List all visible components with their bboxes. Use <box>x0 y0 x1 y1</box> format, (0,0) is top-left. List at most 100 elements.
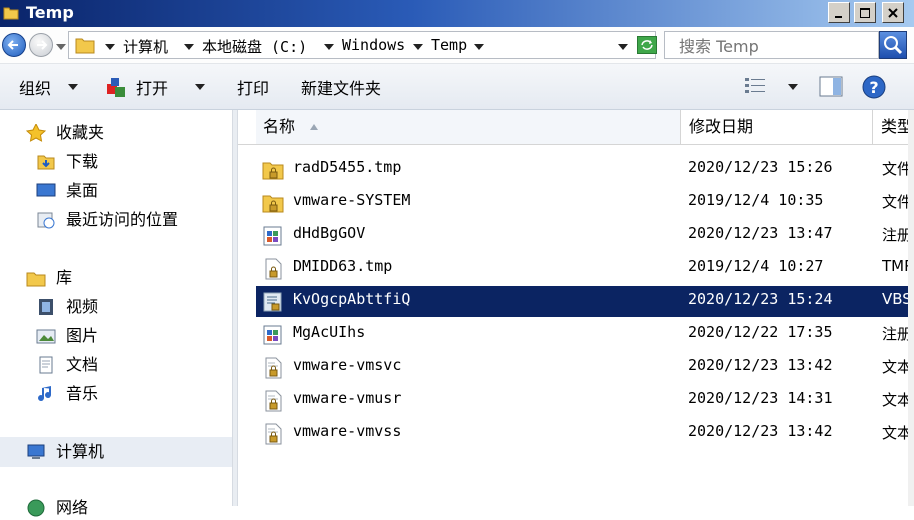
column-name-label: 名称 <box>263 117 296 136</box>
nav-documents-label: 文档 <box>66 355 99 374</box>
back-arrow-icon <box>7 40 18 50</box>
file-name: vmware-vmusr <box>293 389 402 407</box>
file-row[interactable]: dHdBgGOV 2020/12/23 13:47 注册 <box>256 220 914 251</box>
libraries-icon <box>26 272 46 287</box>
registry-file-icon <box>263 226 282 246</box>
title-bar[interactable]: Temp <box>0 0 914 27</box>
documents-icon <box>39 356 53 374</box>
file-row[interactable]: vmware-SYSTEM 2019/12/4 10:35 文件 <box>256 187 914 218</box>
column-header: 名称 修改日期 类型 <box>238 110 914 145</box>
text-file-lock-icon <box>265 390 282 412</box>
file-name: radD5455.tmp <box>293 158 402 176</box>
chevron-down-icon[interactable] <box>324 44 334 50</box>
network-icon <box>27 499 45 517</box>
column-modified[interactable]: 修改日期 <box>681 110 873 144</box>
pictures-icon <box>36 329 56 344</box>
back-button[interactable] <box>2 33 26 57</box>
star-icon <box>26 124 46 142</box>
search-box[interactable] <box>664 31 886 59</box>
nav-network-label: 网络 <box>56 498 89 517</box>
file-name: vmware-vmsvc <box>293 356 402 374</box>
refresh-icon <box>641 40 653 50</box>
file-modified: 2019/12/4 10:35 <box>688 191 824 209</box>
print-button[interactable]: 打印 <box>237 75 269 99</box>
file-row[interactable]: vmware-vmvss 2020/12/23 13:42 文本 <box>256 418 914 449</box>
file-row[interactable]: DMIDD63.tmp 2019/12/4 10:27 TMP <box>256 253 914 284</box>
file-row[interactable]: radD5455.tmp 2020/12/23 15:26 文件 <box>256 154 914 185</box>
window-title: Temp <box>26 3 74 22</box>
breadcrumb-local-disk[interactable]: 本地磁盘 (C:) <box>202 36 307 57</box>
nav-computer-label: 计算机 <box>56 442 105 461</box>
command-toolbar: 组织 打开 打印 新建文件夹 ? <box>0 64 914 110</box>
new-folder-button[interactable]: 新建文件夹 <box>301 75 381 99</box>
open-with-icon <box>107 78 125 97</box>
chevron-down-icon[interactable] <box>105 44 115 50</box>
videos-icon <box>39 299 53 315</box>
file-name: vmware-SYSTEM <box>293 191 411 209</box>
column-name[interactable]: 名称 <box>256 110 681 144</box>
file-modified: 2020/12/23 13:47 <box>688 224 833 242</box>
nav-favorites-label: 收藏夹 <box>56 123 105 142</box>
minimize-icon <box>835 15 842 18</box>
breadcrumb-windows[interactable]: Windows <box>342 36 405 54</box>
svg-text:?: ? <box>869 78 878 97</box>
file-modified: 2020/12/23 15:26 <box>688 158 833 176</box>
desktop-icon <box>36 183 56 197</box>
open-button[interactable]: 打开 <box>136 75 168 99</box>
search-button[interactable] <box>879 31 907 59</box>
breadcrumb-temp[interactable]: Temp <box>431 36 467 54</box>
file-name: dHdBgGOV <box>293 224 366 242</box>
chevron-down-icon[interactable] <box>184 44 194 50</box>
forward-button[interactable] <box>29 33 53 57</box>
chevron-down-icon[interactable] <box>788 84 798 90</box>
file-list: 名称 修改日期 类型 radD5455.tmp 2020/12/23 15:26… <box>238 110 914 506</box>
nav-libraries-label: 库 <box>56 268 73 287</box>
file-name: KvOgcpAbttfiQ <box>293 290 411 308</box>
address-bar[interactable]: 计算机 本地磁盘 (C:) Windows Temp <box>68 31 657 59</box>
file-row[interactable]: vmware-vmsvc 2020/12/23 13:42 文本 <box>256 352 914 383</box>
file-modified: 2020/12/22 17:35 <box>688 323 833 341</box>
file-name: DMIDD63.tmp <box>293 257 393 275</box>
maximize-button[interactable] <box>854 2 876 23</box>
blank-file-lock-icon <box>265 258 282 280</box>
preview-pane-icon[interactable] <box>819 75 845 99</box>
chevron-down-icon[interactable] <box>68 84 78 90</box>
file-name: MgAcUIhs <box>293 323 366 341</box>
breadcrumb-computer[interactable]: 计算机 <box>123 36 168 57</box>
file-name: vmware-vmvss <box>293 422 402 440</box>
script-file-icon <box>263 292 282 312</box>
forward-arrow-icon <box>37 40 48 50</box>
file-row[interactable]: vmware-vmusr 2020/12/23 14:31 文本 <box>256 385 914 416</box>
address-row: 计算机 本地磁盘 (C:) Windows Temp <box>0 27 914 64</box>
folder-lock-icon <box>262 195 284 213</box>
nav-pictures-label: 图片 <box>66 326 99 345</box>
refresh-button[interactable] <box>637 36 657 54</box>
chevron-down-icon[interactable] <box>474 44 484 50</box>
history-dropdown-icon[interactable] <box>56 44 66 50</box>
vertical-scrollbar[interactable] <box>908 110 914 506</box>
computer-icon <box>27 444 45 459</box>
nav-music-label: 音乐 <box>66 384 99 403</box>
minimize-button[interactable] <box>828 2 850 23</box>
file-row-selected[interactable]: KvOgcpAbttfiQ 2020/12/23 15:24 VBS <box>256 286 914 317</box>
column-modified-label: 修改日期 <box>689 117 754 136</box>
search-input[interactable] <box>677 33 886 59</box>
file-modified: 2020/12/23 14:31 <box>688 389 833 407</box>
close-button[interactable] <box>882 2 904 23</box>
maximize-icon <box>860 7 870 18</box>
organize-button[interactable]: 组织 <box>19 75 51 99</box>
file-row[interactable]: MgAcUIhs 2020/12/22 17:35 注册 <box>256 319 914 350</box>
help-icon[interactable]: ? <box>861 74 887 100</box>
chevron-down-icon[interactable] <box>195 84 205 90</box>
close-icon <box>888 7 898 18</box>
text-file-lock-icon <box>265 357 282 379</box>
view-options-icon[interactable] <box>744 76 768 98</box>
file-modified: 2020/12/23 13:42 <box>688 356 833 374</box>
navigation-pane: 收藏夹 下载 桌面 最近访问的位置 库 视频 图片 文档 音乐 计算机 网络 <box>0 110 232 517</box>
file-modified: 2020/12/23 13:42 <box>688 422 833 440</box>
music-icon <box>38 386 52 402</box>
address-dropdown-icon[interactable] <box>618 44 628 50</box>
chevron-down-icon[interactable] <box>413 44 423 50</box>
nav-recent-places-label: 最近访问的位置 <box>66 210 179 229</box>
file-modified: 2019/12/4 10:27 <box>688 257 824 275</box>
